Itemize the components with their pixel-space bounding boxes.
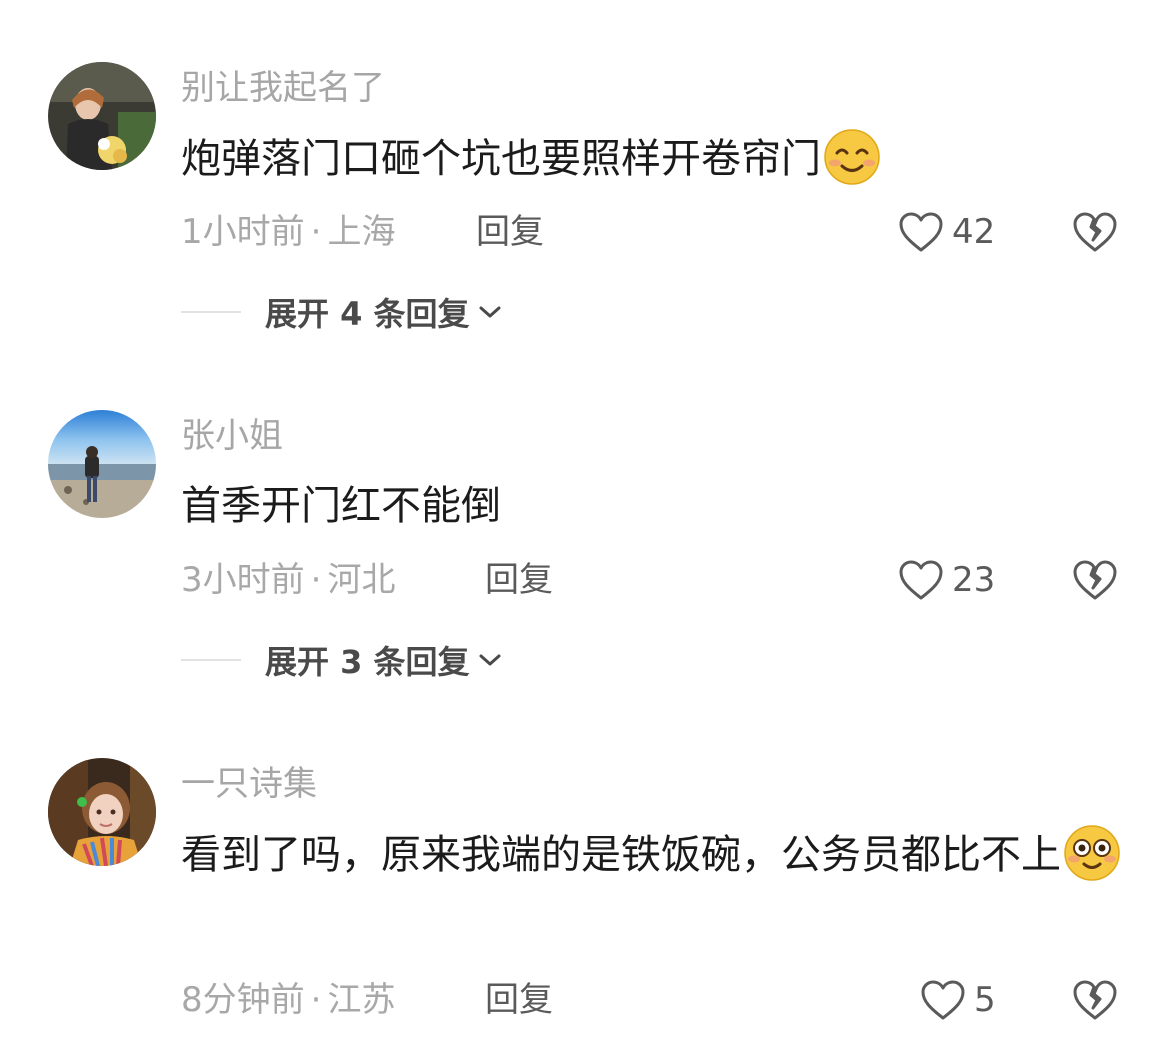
heart-outline-icon [898,211,944,253]
comment-meta: 8分钟前 · 江苏 [181,980,395,1020]
reply-button[interactable]: 回复 [485,560,553,600]
chevron-down-icon [479,654,501,666]
comment-time: 8分钟前 [181,980,305,1020]
avatar[interactable] [48,758,156,866]
avatar[interactable] [48,62,156,170]
avatar[interactable] [48,410,156,518]
comment-meta: 3小时前 · 河北 [181,560,395,600]
expand-replies-button[interactable]: 展开 3 条回复 [265,637,502,683]
comment-meta: 1小时前 · 上海 [181,212,395,252]
comment-text-body: 炮弹落门口砸个坑也要照样开卷帘门 [181,136,821,182]
like-count: 23 [952,560,996,600]
expand-replies-label: 展开 4 条回复 [265,295,470,333]
meta-separator: · [310,560,322,600]
expand-replies-label: 展开 3 条回复 [265,643,470,681]
comment-time: 1小时前 [181,212,305,252]
broken-heart-icon [1072,558,1118,602]
comment-text-body: 首季开门红不能倒 [181,483,501,529]
like-button[interactable]: 23 [898,558,995,602]
like-button[interactable]: 42 [898,210,995,254]
comment-location: 上海 [327,212,396,252]
reply-button[interactable]: 回复 [485,980,553,1020]
meta-separator: · [310,212,322,252]
comment-text: 看到了吗，原来我端的是铁饭碗，公务员都比不上 [181,819,1121,891]
comment-location: 河北 [327,560,396,600]
broken-heart-icon [1072,978,1118,1022]
divider-line [181,659,241,661]
like-count: 5 [974,980,996,1020]
comment-text: 炮弹落门口砸个坑也要照样开卷帘门 [181,123,1121,195]
username[interactable]: 别让我起名了 [181,68,385,108]
divider-line [181,311,241,313]
heart-outline-icon [920,979,966,1021]
username[interactable]: 张小姐 [181,416,283,456]
dislike-button[interactable] [1072,978,1118,1022]
flushed-face-emoji [1063,824,1121,882]
comment-text-body: 看到了吗，原来我端的是铁饭碗，公务员都比不上 [181,832,1061,878]
comment-location: 江苏 [327,980,396,1020]
like-button[interactable]: 5 [920,978,996,1022]
comment-time: 3小时前 [181,560,305,600]
expand-replies-button[interactable]: 展开 4 条回复 [265,289,502,335]
chevron-down-icon [479,306,501,318]
broken-heart-icon [1072,210,1118,254]
dislike-button[interactable] [1072,210,1118,254]
dislike-button[interactable] [1072,558,1118,602]
meta-separator: · [310,980,322,1020]
reply-button[interactable]: 回复 [476,212,544,252]
comment-text: 首季开门红不能倒 [181,470,1121,542]
heart-outline-icon [898,559,944,601]
expand-replies-row: 展开 4 条回复 [181,289,502,335]
smiling-face-emoji [823,128,881,186]
like-count: 42 [952,212,996,252]
expand-replies-row: 展开 3 条回复 [181,637,502,683]
username[interactable]: 一只诗集 [181,764,317,804]
